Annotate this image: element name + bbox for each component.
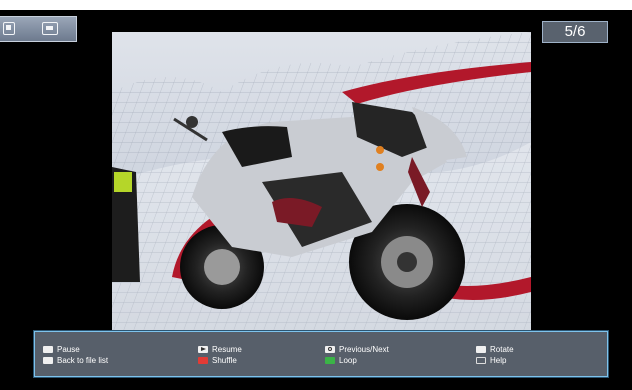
motorcycle-image [112, 32, 531, 330]
help-label: Shuffle [212, 355, 237, 365]
fullscreen-icon[interactable] [42, 22, 58, 35]
help-label: Back to file list [57, 355, 109, 365]
help-item-rotate: Rotate [476, 344, 514, 354]
help-label: Help [490, 355, 507, 365]
help-item-previous-next: Previous/Next [325, 344, 389, 354]
help-item-resume: Resume [198, 344, 242, 354]
navigate-key-icon [325, 345, 335, 353]
help-panel: Pause Resume Previous/Next Rotate Back t… [34, 331, 608, 377]
help-item-pause: Pause [43, 344, 80, 354]
pause-key-icon [43, 345, 53, 353]
help-label: Resume [212, 344, 242, 354]
help-label: Previous/Next [339, 344, 389, 354]
help-item-help: Help [476, 355, 506, 365]
play-key-icon [198, 345, 208, 353]
green-key-icon [325, 356, 335, 364]
photo-counter: 5/6 [542, 21, 608, 43]
help-item-back-to-file-list: Back to file list [43, 355, 108, 365]
help-label: Rotate [490, 344, 514, 354]
rotate-key-icon [476, 345, 486, 353]
exit-icon[interactable] [3, 22, 15, 35]
photo-viewer [112, 32, 531, 330]
stop-key-icon [43, 356, 53, 364]
help-item-loop: Loop [325, 355, 357, 365]
help-label: Pause [57, 344, 80, 354]
top-left-toolbar [0, 16, 77, 42]
help-key-icon [476, 356, 486, 364]
top-bar [0, 0, 632, 10]
red-key-icon [198, 356, 208, 364]
help-item-shuffle: Shuffle [198, 355, 237, 365]
help-label: Loop [339, 355, 357, 365]
